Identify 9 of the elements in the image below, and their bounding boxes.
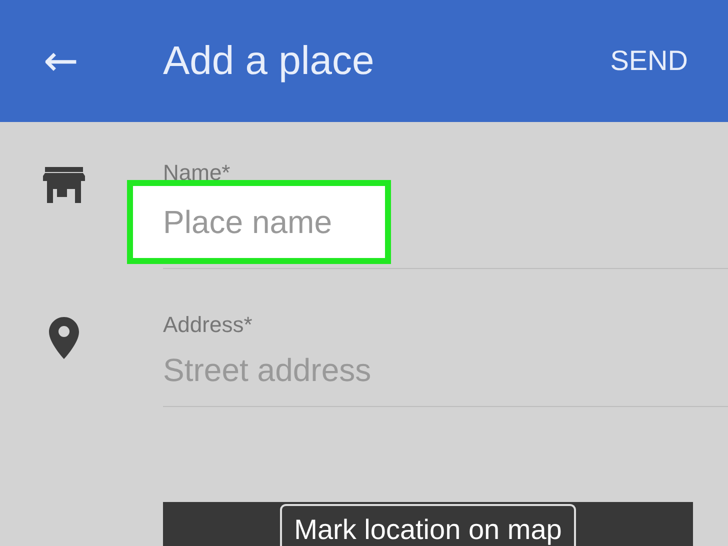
location-pin-icon <box>48 317 78 359</box>
mark-location-button[interactable]: Mark location on map <box>280 504 576 546</box>
back-button[interactable]: ← <box>38 40 84 82</box>
text-field[interactable]: Place name <box>127 180 391 264</box>
text-field[interactable]: Street address <box>163 352 543 388</box>
send-button[interactable]: SEND <box>610 45 688 77</box>
page-title: Add a place <box>163 38 376 84</box>
store-icon <box>42 167 84 203</box>
field-label: Address* <box>163 312 254 338</box>
